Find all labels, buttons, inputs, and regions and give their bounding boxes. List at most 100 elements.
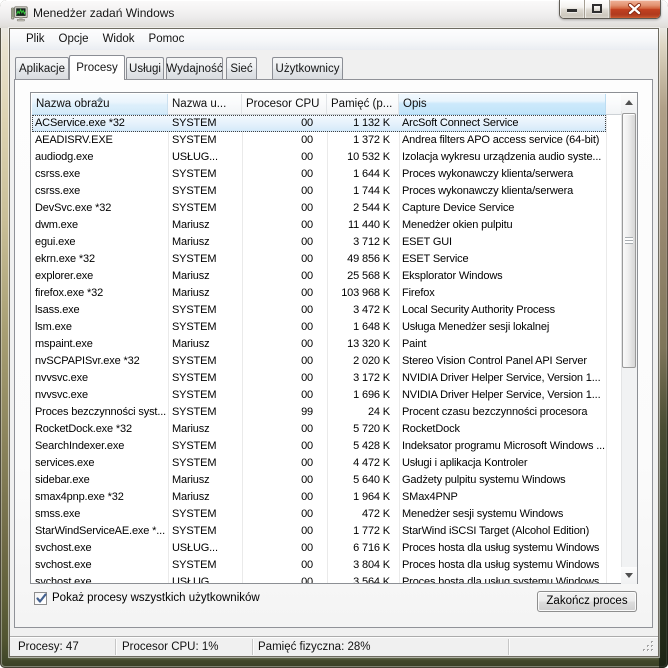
process-rows: ACService.exe *32 SYSTEM 00 1 132 K ArcSoft …: [32, 115, 606, 583]
process-cell: Andrea filters APO access service (64-bi…: [402, 134, 600, 146]
process-cell: SYSTEM: [172, 457, 217, 469]
process-row[interactable]: egui.exe Mariusz 00 3 712 K ESET GUI: [32, 234, 606, 251]
process-cell: 1 644 K: [353, 168, 390, 180]
process-row[interactable]: svchost.exe USŁUG... 00 6 716 K Proces hosta…: [32, 540, 606, 557]
process-row[interactable]: mspaint.exe Mariusz 00 13 320 K Paint: [32, 336, 606, 353]
column-header[interactable]: Opis: [399, 94, 606, 115]
process-row[interactable]: nvSCPAPISvr.exe *32 SYSTEM 00 2 020 K Stereo…: [32, 353, 606, 370]
process-row[interactable]: svchost.exe USŁUG... 00 3 564 K Proces hosta…: [32, 574, 606, 583]
process-cell: SYSTEM: [172, 508, 217, 520]
process-cell: nvvsvc.exe: [35, 389, 88, 401]
process-cell: 1 372 K: [353, 134, 390, 146]
scroll-up-icon: [625, 100, 633, 105]
process-row[interactable]: sidebar.exe Mariusz 00 5 640 K Gadżety pulpi…: [32, 472, 606, 489]
tab-aplikacje[interactable]: Aplikacje: [15, 57, 69, 79]
process-cell: 25 568 K: [347, 270, 390, 282]
process-row[interactable]: ekrn.exe *32 SYSTEM 00 49 856 K ESET Service: [32, 251, 606, 268]
process-cell: Proces bezczynności syst...: [35, 406, 167, 418]
process-cell: explorer.exe: [35, 270, 94, 282]
process-cell: 00: [301, 134, 313, 146]
menu-item-pomoc[interactable]: Pomoc: [142, 29, 192, 50]
scrollbar-grip-icon: [625, 236, 633, 244]
scroll-up-button[interactable]: [621, 94, 637, 111]
menu-item-widok[interactable]: Widok: [96, 29, 142, 50]
process-row[interactable]: svchost.exe SYSTEM 00 3 804 K Proces hosta d…: [32, 557, 606, 574]
process-cell: 4 472 K: [353, 457, 390, 469]
statusbar: Procesy: 47 Procesor CPU: 1% Pamięć fizy…: [10, 636, 658, 656]
process-row[interactable]: lsm.exe SYSTEM 00 1 648 K Usługa Menedżer se…: [32, 319, 606, 336]
resize-grip-icon[interactable]: [642, 640, 655, 653]
process-cell: Mariusz: [172, 338, 210, 350]
process-cell: Mariusz: [172, 491, 210, 503]
process-cell: Gadżety pulpitu systemu Windows: [402, 474, 566, 486]
process-row[interactable]: csrss.exe SYSTEM 00 1 644 K Proces wykonawcz…: [32, 166, 606, 183]
column-header[interactable]: Nazwa obrazu: [32, 94, 168, 115]
process-row[interactable]: explorer.exe Mariusz 00 25 568 K Eksplorator…: [32, 268, 606, 285]
process-cell: SYSTEM: [172, 168, 217, 180]
process-row[interactable]: services.exe SYSTEM 00 4 472 K Usługi i apli…: [32, 455, 606, 472]
show-all-users-checkbox[interactable]: [34, 592, 47, 605]
process-cell: StarWindServiceAE.exe *...: [35, 525, 165, 537]
process-cell: Proces wykonawczy klienta/serwera: [402, 185, 574, 197]
process-cell: Usługa Menedżer sesji lokalnej: [402, 321, 550, 333]
process-cell: Mariusz: [172, 236, 210, 248]
process-cell: 1 132 K: [353, 117, 390, 129]
process-row[interactable]: StarWindServiceAE.exe *... SYSTEM 00 1 772 …: [32, 523, 606, 540]
process-row[interactable]: DevSvc.exe *32 SYSTEM 00 2 544 K Capture Dev…: [32, 200, 606, 217]
vertical-scrollbar[interactable]: [621, 94, 637, 584]
column-header[interactable]: Procesor CPU: [242, 94, 327, 115]
process-cell: smax4pnp.exe *32: [35, 491, 124, 503]
process-row[interactable]: smax4pnp.exe *32 Mariusz 00 1 964 K SMax4PNP: [32, 489, 606, 506]
process-row[interactable]: dwm.exe Mariusz 00 11 440 K Menedżer okien p…: [32, 217, 606, 234]
process-row[interactable]: lsass.exe SYSTEM 00 3 472 K Local Security A…: [32, 302, 606, 319]
tab-wydajność[interactable]: Wydajność: [166, 57, 223, 79]
tab-usługi[interactable]: Usługi: [126, 57, 164, 79]
end-process-button[interactable]: Zakończ proces: [537, 591, 637, 612]
process-cell: ESET GUI: [402, 236, 452, 248]
scrollbar-thumb[interactable]: [622, 113, 636, 368]
process-cell: NVIDIA Driver Helper Service, Version 1.…: [402, 389, 601, 401]
process-row[interactable]: firefox.exe *32 Mariusz 00 103 968 K Firefox: [32, 285, 606, 302]
process-cell: 00: [301, 338, 313, 350]
process-row[interactable]: csrss.exe SYSTEM 00 1 744 K Proces wykonawcz…: [32, 183, 606, 200]
process-cell: 2 544 K: [353, 202, 390, 214]
column-header[interactable]: Pamięć (p...: [327, 94, 399, 115]
scroll-down-icon: [625, 573, 633, 578]
tab-sieć[interactable]: Sieć: [226, 57, 257, 79]
process-cell: 00: [301, 151, 313, 163]
menu-item-opcje[interactable]: Opcje: [52, 29, 96, 50]
process-cell: Procent czasu bezczynności procesora: [402, 406, 588, 418]
maximize-button[interactable]: [585, 0, 610, 18]
process-cell: 00: [301, 321, 313, 333]
process-row[interactable]: Proces bezczynności syst... SYSTEM 99 24 K P…: [32, 404, 606, 421]
tab-użytkownicy[interactable]: Użytkownicy: [272, 57, 343, 79]
process-row[interactable]: AEADISRV.EXE SYSTEM 00 1 372 K Andrea filter…: [32, 132, 606, 149]
process-row[interactable]: RocketDock.exe *32 Mariusz 00 5 720 K Rocket…: [32, 421, 606, 438]
close-button[interactable]: [610, 0, 660, 18]
process-cell: Eksplorator Windows: [402, 270, 503, 282]
tab-procesy[interactable]: Procesy: [69, 55, 125, 80]
process-row[interactable]: smss.exe SYSTEM 00 472 K Menedżer sesji syst…: [32, 506, 606, 523]
process-cell: StarWind iSCSI Target (Alcohol Edition): [402, 525, 590, 537]
statusbar-memory: Pamięć fizyczna: 28%: [258, 641, 371, 653]
process-cell: NVIDIA Driver Helper Service, Version 1.…: [402, 372, 601, 384]
minimize-button[interactable]: [560, 0, 585, 18]
column-header[interactable]: Nazwa u...: [168, 94, 242, 115]
process-row[interactable]: nvvsvc.exe SYSTEM 00 3 172 K NVIDIA Driver H…: [32, 370, 606, 387]
process-cell: 00: [301, 474, 313, 486]
process-row[interactable]: SearchIndexer.exe SYSTEM 00 5 428 K Indeksat…: [32, 438, 606, 455]
column-header-filler: [606, 94, 622, 115]
process-row[interactable]: nvvsvc.exe SYSTEM 00 1 696 K NVIDIA Driver H…: [32, 387, 606, 404]
process-cell: smss.exe: [35, 508, 81, 520]
process-row[interactable]: audiodg.exe USŁUG... 00 10 532 K Izolacja wy…: [32, 149, 606, 166]
process-cell: 00: [301, 423, 313, 435]
process-cell: 1 648 K: [353, 321, 390, 333]
process-cell: Izolacja wykresu urządzenia audio syste.…: [402, 151, 602, 163]
process-cell: 00: [301, 440, 313, 452]
process-cell: 00: [301, 185, 313, 197]
process-cell: SYSTEM: [172, 440, 217, 452]
scroll-down-button[interactable]: [621, 567, 637, 584]
menu-item-plik[interactable]: Plik: [19, 29, 52, 50]
process-row[interactable]: ACService.exe *32 SYSTEM 00 1 132 K ArcSoft …: [32, 115, 606, 132]
process-cell: svchost.exe: [35, 542, 92, 554]
